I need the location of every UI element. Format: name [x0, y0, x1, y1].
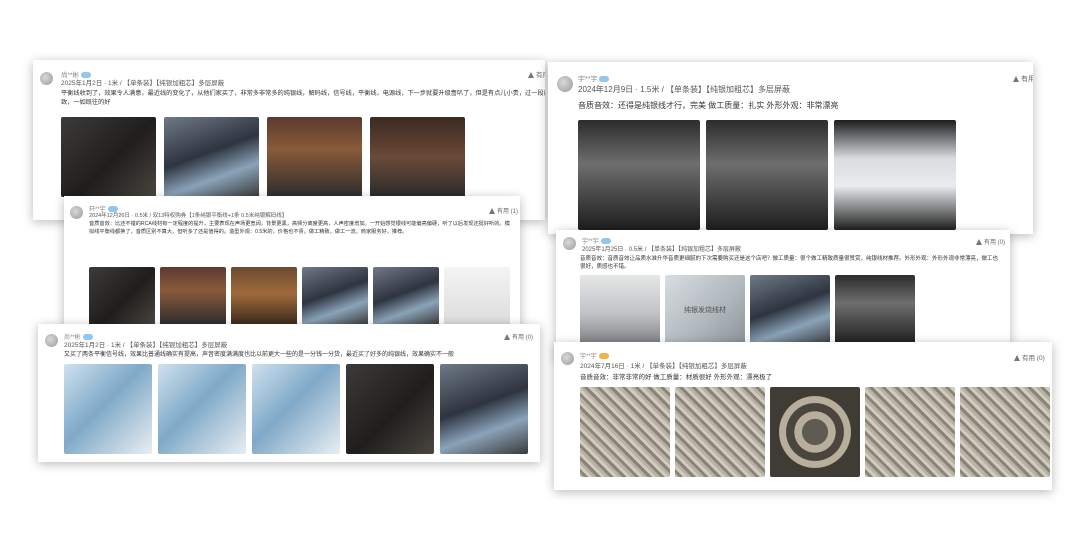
review-image[interactable]: [440, 364, 528, 454]
avatar[interactable]: [563, 237, 576, 250]
thumbs-up-icon: [1014, 355, 1020, 362]
review-card-3: 尚**彬 2025年1月2日 · 1米 / 【单条装】【纯银加粗芯】多层屏蔽 有…: [38, 324, 540, 462]
avatar[interactable]: [557, 76, 573, 92]
review-image[interactable]: [865, 387, 955, 477]
thumbs-up-icon: [504, 334, 510, 341]
useful-button[interactable]: 有用 (0): [1014, 352, 1045, 362]
review-image[interactable]: [580, 275, 660, 345]
review-image[interactable]: [89, 267, 155, 325]
review-meta: 2025年1月25日 · 0.5米 / 【单条装】【纯银加粗芯】多层屏蔽: [582, 247, 742, 253]
review-card-4: 宇**宇 2024年12月9日 · 1.5米 / 【单条装】【纯银加粗芯】多层屏…: [548, 62, 1033, 234]
username: 宇**宇: [578, 74, 610, 84]
useful-button[interactable]: 有用: [528, 69, 545, 79]
review-image[interactable]: [302, 267, 368, 325]
review-card-6: 宇**宇 2024年7月16日 · 1米 / 【单条装】【纯银加粗芯】多层屏蔽 …: [554, 342, 1052, 490]
review-images: [89, 267, 510, 325]
review-image[interactable]: [346, 364, 434, 454]
review-image[interactable]: [706, 120, 828, 230]
review-image[interactable]: [64, 364, 152, 454]
review-image[interactable]: [267, 117, 362, 197]
review-image[interactable]: [580, 387, 670, 477]
review-image[interactable]: [158, 364, 246, 454]
review-image[interactable]: [675, 387, 765, 477]
review-text: 又买了两条平衡信号线，效果比普通线确实有提高，声音密度满满度也比以前更大一些的是…: [64, 352, 455, 358]
review-images: [64, 364, 528, 454]
review-image[interactable]: [61, 117, 156, 197]
thumbs-up-icon: [489, 208, 495, 215]
vip-badge-icon: [599, 76, 610, 83]
review-image[interactable]: [164, 117, 259, 197]
review-image[interactable]: 纯银发烧线材: [665, 275, 745, 345]
image-caption: 纯银发烧线材: [684, 307, 726, 314]
review-image[interactable]: [231, 267, 297, 325]
review-text: 平衡线收到了，效果令人满意，最近线的变化了，从他们家买了，非常多非常多的纯银线，…: [61, 90, 545, 106]
review-images: [580, 387, 1050, 477]
useful-button[interactable]: 有用: [1013, 74, 1033, 84]
review-image[interactable]: [370, 117, 465, 197]
review-card-2: 轩**宇 2024年12月26日 · 0.5米 / 双13特权购券【1条纯银平衡…: [64, 196, 520, 334]
review-image[interactable]: [252, 364, 340, 454]
avatar[interactable]: [45, 334, 58, 347]
useful-button[interactable]: 有用 (0): [504, 332, 533, 341]
review-image[interactable]: [444, 267, 510, 325]
review-meta: 2024年12月9日 · 1.5米 / 【单条装】【纯银加粗芯】多层屏蔽: [578, 85, 791, 94]
review-meta: 2025年1月2日 · 1米 / 【单条装】【纯银加粗芯】多层屏蔽: [64, 342, 228, 349]
review-images: [61, 117, 465, 197]
thumbs-up-icon: [1013, 76, 1019, 83]
review-meta: 2025年1月2日 · 1米 / 【单条装】【纯银加粗芯】多层屏蔽: [61, 80, 225, 87]
thumbs-up-icon: [976, 239, 982, 246]
avatar[interactable]: [561, 352, 574, 365]
review-image[interactable]: [750, 275, 830, 345]
review-image[interactable]: [960, 387, 1050, 477]
review-text: 音质音效：音质音效让品质水准升华音质更细腻的下次需要购买还是这个店吧？做工质量：…: [580, 256, 999, 271]
review-text: 音质音效：比还不错的RCA线材有一定程度的提升，主要表现在声场更宽阔，背景更黑，…: [89, 221, 510, 235]
review-image[interactable]: [834, 120, 956, 230]
username: 宇**宇: [580, 351, 609, 360]
vip-badge-icon: [598, 353, 609, 360]
useful-button[interactable]: 有用 (0): [976, 237, 1005, 246]
review-meta: 2024年12月26日 · 0.5米 / 双13特权购券【1条纯银平衡线+1条 …: [89, 213, 288, 219]
review-meta: 2024年7月16日 · 1米 / 【单条装】【纯银加粗芯】多层屏蔽: [580, 363, 747, 370]
avatar[interactable]: [40, 72, 53, 85]
review-image[interactable]: [373, 267, 439, 325]
review-image[interactable]: [770, 387, 860, 477]
thumbs-up-icon: [528, 72, 534, 79]
review-images: [578, 120, 956, 230]
review-card-5: 宇**宇 2025年1月25日 · 0.5米 / 【单条装】【纯银加粗芯】多层屏…: [556, 230, 1010, 360]
review-images: 纯银发烧线材: [580, 275, 915, 345]
review-image[interactable]: [578, 120, 700, 230]
avatar[interactable]: [70, 206, 83, 219]
review-text: 音质音效：非常非常的好 做工质量：材质很好 外形外观：漂亮极了: [580, 374, 773, 381]
review-image[interactable]: [160, 267, 226, 325]
useful-button[interactable]: 有用 (1): [489, 206, 518, 215]
review-image[interactable]: [835, 275, 915, 345]
review-text: 音质音效：还得是纯银线才行，完美 做工质量：扎实 外形外观：非常漂亮: [578, 101, 839, 110]
